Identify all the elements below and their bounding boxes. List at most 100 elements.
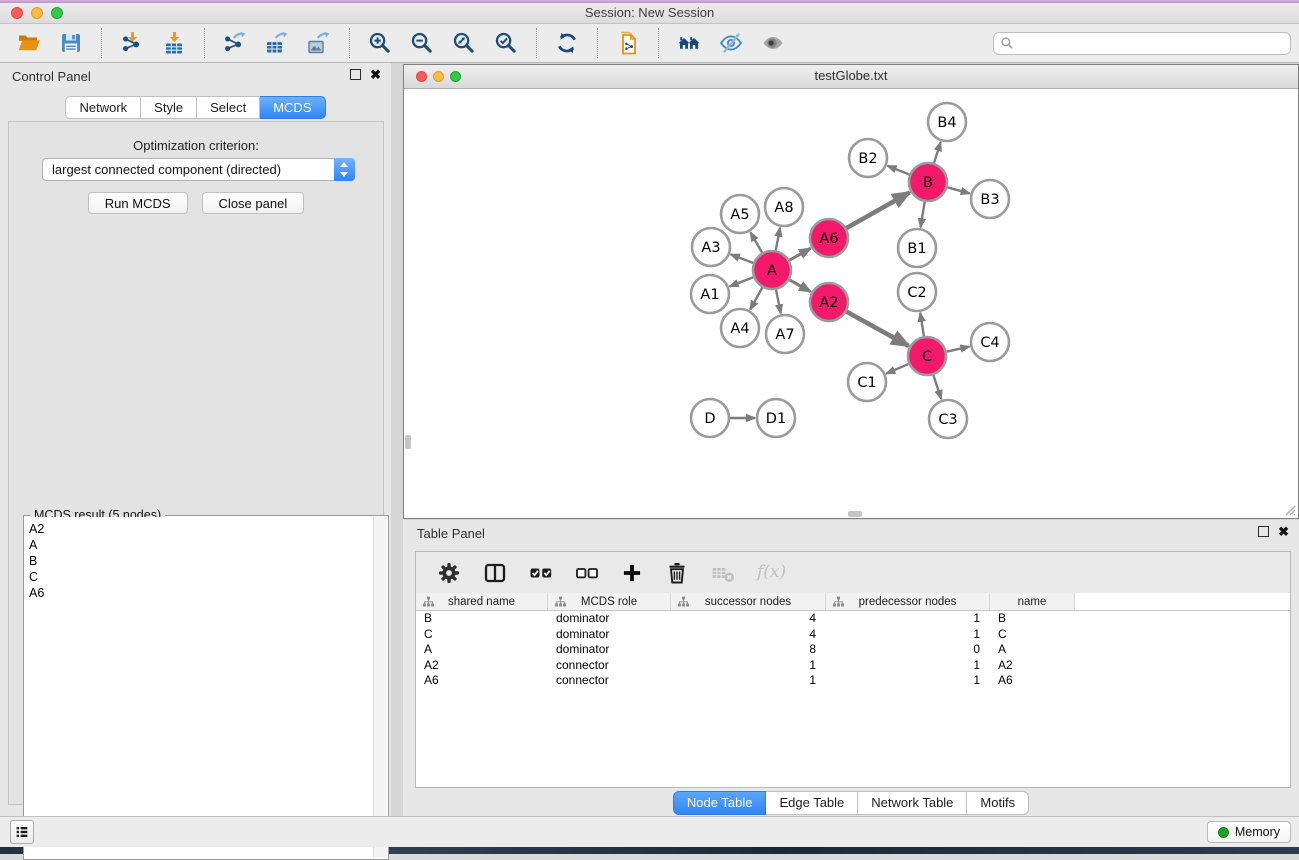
network-canvas[interactable]: B4B2BB3A5A8A6A3B1AC2A1A2A4A7C4CC1C3DD1 bbox=[404, 89, 1298, 518]
tab-network-table[interactable]: Network Table bbox=[858, 791, 967, 815]
tab-select[interactable]: Select bbox=[197, 96, 260, 119]
task-history-button[interactable] bbox=[10, 820, 34, 844]
network-horizontal-scrollbar-thumb[interactable] bbox=[848, 511, 862, 517]
tab-motifs[interactable]: Motifs bbox=[967, 791, 1029, 815]
show-columns-button[interactable] bbox=[478, 560, 512, 586]
network-minimize-button[interactable] bbox=[433, 71, 444, 82]
mcds-list-scrollbar[interactable] bbox=[373, 517, 387, 858]
network-close-button[interactable] bbox=[416, 71, 427, 82]
graph-edge-A-A1[interactable] bbox=[730, 277, 754, 286]
tab-network[interactable]: Network bbox=[65, 96, 141, 119]
export-table-button[interactable] bbox=[259, 30, 295, 56]
close-panel-button[interactable]: Close panel bbox=[202, 192, 305, 214]
graph-edge-A-A8[interactable] bbox=[776, 228, 780, 251]
network-zoom-button[interactable] bbox=[450, 71, 461, 82]
column-label: successor nodes bbox=[705, 596, 791, 608]
tab-mcds[interactable]: MCDS bbox=[260, 96, 325, 119]
home-view-button[interactable] bbox=[671, 30, 707, 56]
column-header-MCDS-role[interactable]: MCDS role bbox=[548, 593, 671, 610]
float-panel-icon[interactable] bbox=[350, 69, 361, 80]
select-all-icon bbox=[529, 561, 553, 585]
cell-successor-nodes: 4 bbox=[671, 627, 826, 643]
tab-node-table[interactable]: Node Table bbox=[673, 791, 767, 815]
table-row-C[interactable]: Cdominator41C bbox=[416, 627, 1290, 643]
mcds-result-item[interactable]: A bbox=[25, 537, 374, 553]
graph-edge-C-C2[interactable] bbox=[920, 313, 924, 336]
tab-edge-table[interactable]: Edge Table bbox=[766, 791, 858, 815]
criterion-dropdown[interactable]: largest connected component (directed) bbox=[42, 158, 355, 181]
close-window-button[interactable] bbox=[11, 7, 23, 19]
network-window-titlebar[interactable]: testGlobe.txt bbox=[404, 65, 1298, 89]
float-table-panel-icon[interactable] bbox=[1258, 526, 1269, 537]
close-panel-icon[interactable]: ✖ bbox=[370, 69, 381, 80]
network-vertical-scrollbar-thumb[interactable] bbox=[405, 435, 411, 449]
graph-node-label-C2: C2 bbox=[907, 285, 926, 301]
graph-edge-C-C4[interactable] bbox=[947, 347, 970, 352]
graph-edge-A-A2[interactable] bbox=[789, 280, 810, 292]
save-session-button[interactable] bbox=[53, 30, 89, 56]
zoom-selected-button[interactable] bbox=[488, 30, 524, 56]
mcds-result-item[interactable]: B bbox=[25, 553, 374, 569]
graph-edge-B-B2[interactable] bbox=[887, 166, 909, 175]
graph-edge-B-B1[interactable] bbox=[920, 202, 924, 228]
graph-edge-B-B3[interactable] bbox=[947, 187, 969, 193]
mcds-result-item[interactable]: A6 bbox=[25, 585, 374, 601]
toolbar-separator bbox=[597, 28, 598, 58]
hide-selected-button[interactable] bbox=[713, 30, 749, 56]
table-row-B[interactable]: Bdominator41B bbox=[416, 611, 1290, 627]
show-all-icon bbox=[760, 31, 786, 55]
zoom-window-button[interactable] bbox=[51, 7, 63, 19]
table-row-A[interactable]: Adominator80A bbox=[416, 642, 1290, 658]
graph-edge-C-C1[interactable] bbox=[886, 364, 908, 374]
import-table-button[interactable] bbox=[156, 30, 192, 56]
delete-table-button[interactable] bbox=[706, 560, 740, 586]
table-row-A2[interactable]: A2connector11A2 bbox=[416, 658, 1290, 674]
search-input[interactable] bbox=[1018, 34, 1286, 53]
graph-edge-A-A6[interactable] bbox=[789, 248, 810, 260]
search-box[interactable] bbox=[993, 32, 1291, 55]
deselect-all-button[interactable] bbox=[570, 560, 604, 586]
zoom-in-button[interactable] bbox=[362, 30, 398, 56]
open-file-button[interactable] bbox=[11, 30, 47, 56]
memory-button[interactable]: Memory bbox=[1207, 821, 1291, 843]
minimize-window-button[interactable] bbox=[31, 7, 43, 19]
zoom-out-button[interactable] bbox=[404, 30, 440, 56]
graph-edge-A-A7[interactable] bbox=[776, 290, 781, 314]
home-view-icon bbox=[676, 31, 702, 55]
graph-edge-A-A5[interactable] bbox=[750, 232, 762, 252]
graph-edge-A2-C[interactable] bbox=[847, 312, 909, 346]
graph-edge-A-A3[interactable] bbox=[731, 254, 754, 263]
table-row-A6[interactable]: A6connector11A6 bbox=[416, 673, 1290, 689]
show-all-button[interactable] bbox=[755, 30, 791, 56]
tab-style[interactable]: Style bbox=[141, 96, 197, 119]
memory-label: Memory bbox=[1235, 825, 1280, 839]
zoom-fit-button[interactable] bbox=[446, 30, 482, 56]
close-table-panel-icon[interactable]: ✖ bbox=[1278, 526, 1289, 537]
export-image-button[interactable] bbox=[301, 30, 337, 56]
graph-node-label-B3: B3 bbox=[980, 192, 999, 208]
delete-column-icon bbox=[665, 561, 689, 585]
graph-edge-A6-B[interactable] bbox=[846, 192, 909, 228]
mcds-result-item[interactable]: C bbox=[25, 569, 374, 585]
equation-builder-button[interactable]: f(x) bbox=[752, 571, 791, 574]
create-column-button[interactable] bbox=[616, 561, 648, 585]
new-network-file-button[interactable] bbox=[610, 30, 646, 56]
export-network-button[interactable] bbox=[217, 30, 253, 56]
mcds-result-item[interactable]: A2 bbox=[25, 521, 374, 537]
optimization-criterion-label: Optimization criterion: bbox=[9, 138, 383, 153]
column-header-predecessor-nodes[interactable]: predecessor nodes bbox=[826, 593, 990, 610]
column-header-successor-nodes[interactable]: successor nodes bbox=[671, 593, 826, 610]
select-all-button[interactable] bbox=[524, 560, 558, 586]
run-mcds-button[interactable]: Run MCDS bbox=[88, 192, 188, 214]
import-network-button[interactable] bbox=[114, 30, 150, 56]
delete-column-button[interactable] bbox=[660, 560, 694, 586]
graph-edge-C-C3[interactable] bbox=[933, 375, 941, 399]
column-header-shared-name[interactable]: shared name bbox=[416, 593, 548, 610]
table-options-button[interactable] bbox=[432, 560, 466, 586]
titlebar[interactable]: Session: New Session bbox=[0, 3, 1299, 24]
graph-edge-A-A4[interactable] bbox=[750, 288, 762, 310]
refresh-layout-button[interactable] bbox=[549, 30, 585, 56]
resize-grip-icon[interactable] bbox=[1283, 503, 1296, 516]
graph-edge-B-B4[interactable] bbox=[934, 142, 941, 163]
column-header-name[interactable]: name bbox=[990, 593, 1075, 610]
